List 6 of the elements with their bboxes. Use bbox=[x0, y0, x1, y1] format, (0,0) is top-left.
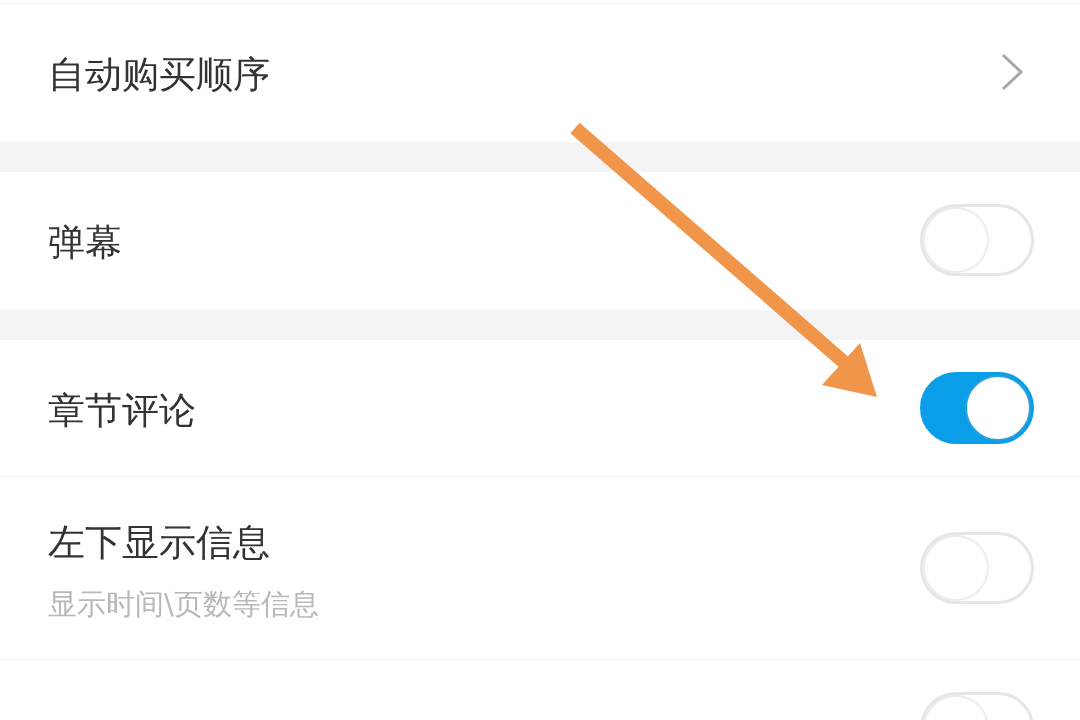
setting-label: 左下显示信息 bbox=[48, 521, 271, 565]
setting-label: 章节评论 bbox=[48, 389, 196, 433]
chevron-right-icon bbox=[1000, 53, 1024, 91]
setting-label: 自动购买顺序 bbox=[48, 53, 270, 97]
setting-label: 弹幕 bbox=[48, 221, 122, 265]
setting-description: 显示时间\页数等信息 bbox=[48, 587, 319, 621]
